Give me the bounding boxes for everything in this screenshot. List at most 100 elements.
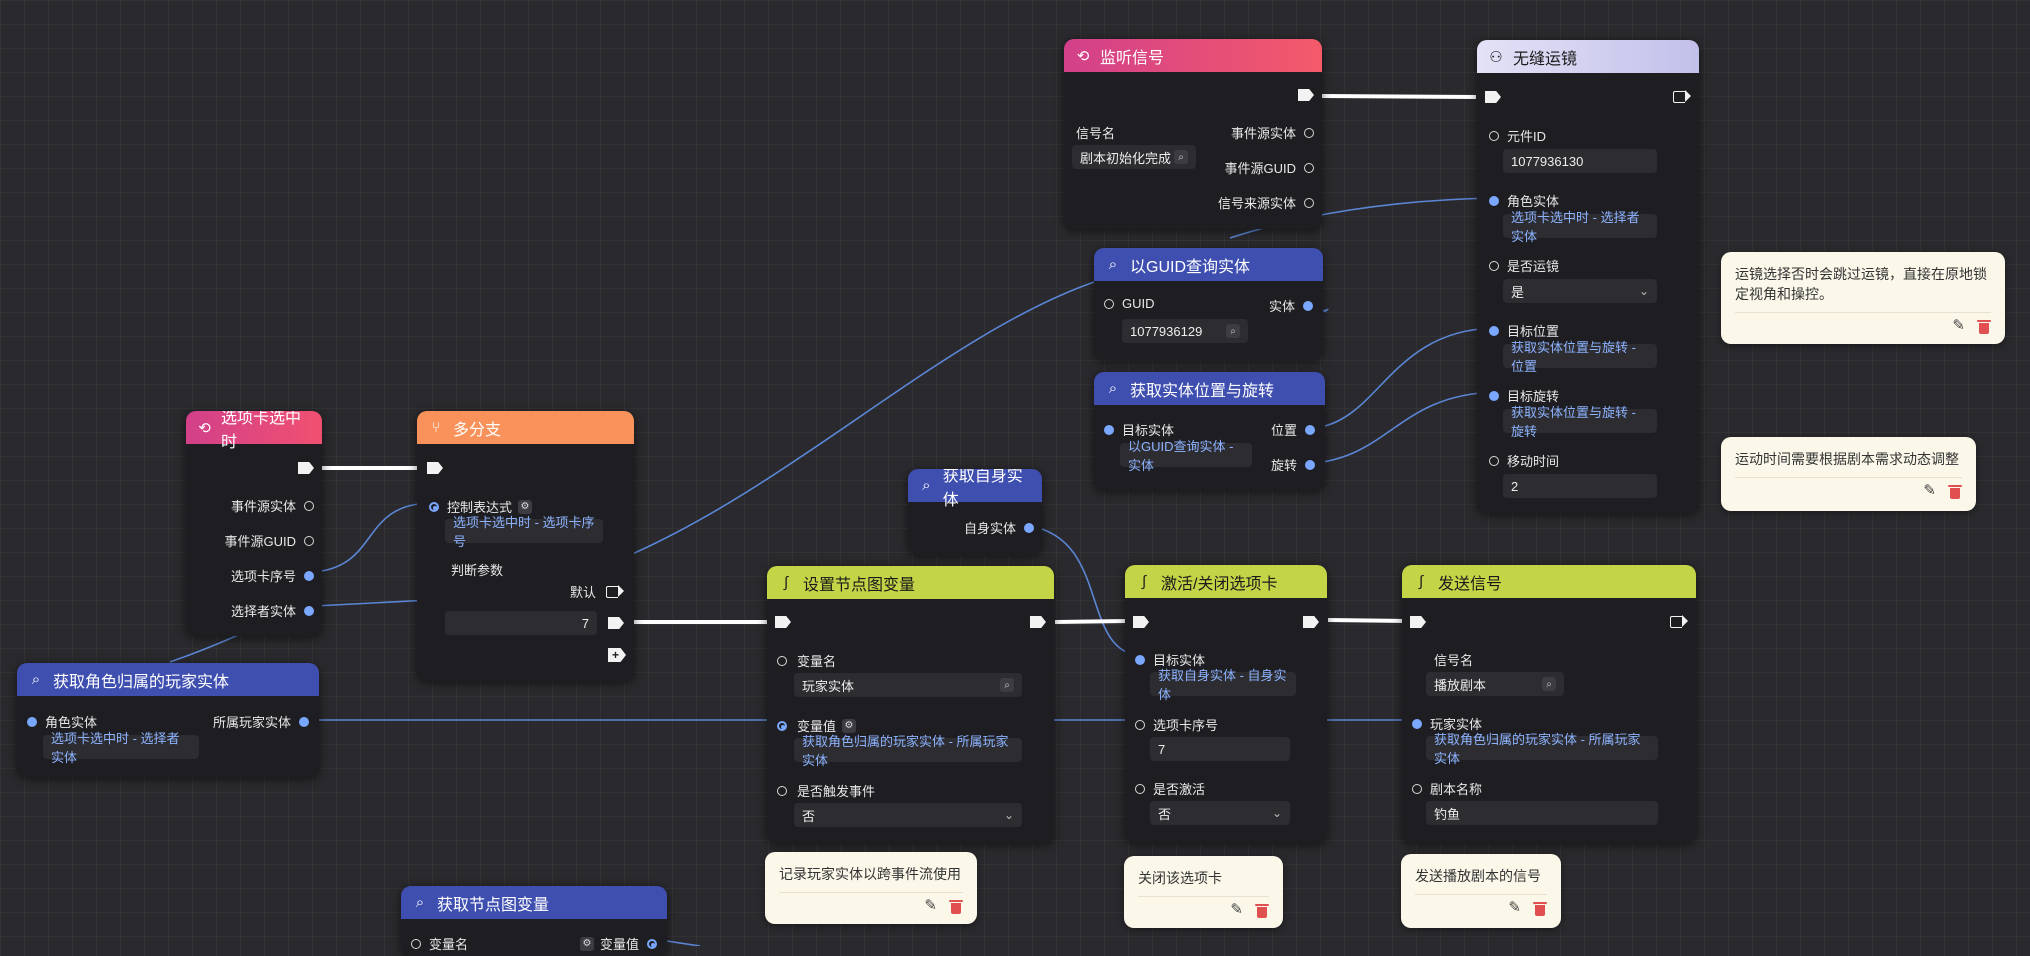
role-entity-field[interactable]: 选项卡选中时 - 选择者实体 bbox=[43, 731, 199, 765]
node-send-signal[interactable]: ∫ 发送信号 信号名 播放剧本 ⌕ 玩家实体 获取角色归属的玩家实体 - 所属玩家… bbox=[1402, 565, 1696, 843]
node-header[interactable]: ∫ 发送信号 bbox=[1402, 565, 1696, 598]
activate-select[interactable]: 否 ⌄ bbox=[1150, 801, 1290, 825]
node-header[interactable]: ⑂ 多分支 bbox=[417, 411, 634, 444]
node-header[interactable]: ⌕ 获取节点图变量 bbox=[401, 886, 667, 919]
comment-note[interactable]: 运镜选择否时会跳过运镜，直接在原地锁定视角和操控。 ✎ bbox=[1721, 252, 2005, 344]
input-pin[interactable] bbox=[1104, 298, 1114, 309]
delete-icon[interactable] bbox=[1977, 319, 1991, 335]
exec-out-pin[interactable] bbox=[608, 617, 624, 629]
node-multi-branch[interactable]: ⑂ 多分支 控制表达式 ⚙ 选项卡选中时 - 选项卡序号 判断参数 默认 7 + bbox=[417, 411, 634, 681]
comment-note[interactable]: 记录玩家实体以跨事件流使用 ✎ bbox=[765, 852, 977, 924]
node-seamless-camera[interactable]: ⚇ 无缝运镜 元件ID 1077936130 角色实体 选项卡选中时 - 选择者… bbox=[1477, 40, 1699, 513]
edit-icon[interactable]: ✎ bbox=[1508, 898, 1521, 916]
exec-out-pin[interactable] bbox=[1670, 615, 1688, 628]
output-pin[interactable] bbox=[1305, 459, 1315, 470]
player-entity-field[interactable]: 获取角色归属的玩家实体 - 所属玩家实体 bbox=[1426, 732, 1658, 766]
output-pin[interactable] bbox=[1303, 300, 1313, 311]
comment-note[interactable]: 关闭该选项卡 ✎ bbox=[1124, 856, 1283, 928]
case-value-field[interactable]: 7 bbox=[445, 611, 597, 635]
output-pin[interactable] bbox=[1304, 127, 1314, 138]
input-pin[interactable] bbox=[1412, 718, 1422, 729]
script-name-field[interactable]: 钓鱼 bbox=[1426, 801, 1658, 825]
role-entity-field[interactable]: 选项卡选中时 - 选择者实体 bbox=[1503, 210, 1657, 244]
target-position-field[interactable]: 获取实体位置与旋转 - 位置 bbox=[1503, 340, 1657, 374]
edit-icon[interactable]: ✎ bbox=[1230, 900, 1243, 918]
move-time-field[interactable]: 2 bbox=[1503, 474, 1657, 498]
input-pin[interactable] bbox=[1489, 455, 1499, 466]
output-pin[interactable] bbox=[304, 605, 314, 616]
input-pin[interactable] bbox=[1489, 390, 1499, 401]
signal-name-field[interactable]: 播放剧本 ⌕ bbox=[1426, 672, 1564, 696]
output-pin[interactable] bbox=[1024, 522, 1034, 533]
variable-name-field[interactable]: 玩家实体 ⌕ bbox=[794, 673, 1022, 697]
node-listen-signal[interactable]: ⟲ 监听信号 信号名 剧本初始化完成 ⌕ 事件源实体 事件源GUID 信号来源实… bbox=[1064, 39, 1322, 229]
node-header[interactable]: ⟲ 监听信号 bbox=[1064, 39, 1322, 72]
search-icon[interactable]: ⌕ bbox=[1000, 678, 1014, 692]
input-pin[interactable] bbox=[1489, 260, 1499, 271]
node-toggle-tab[interactable]: ∫ 激活/关闭选项卡 目标实体 获取自身实体 - 自身实体 选项卡序号 7 是否… bbox=[1125, 565, 1327, 843]
target-entity-field[interactable]: 以GUID查询实体 - 实体 bbox=[1120, 439, 1252, 473]
gear-icon[interactable]: ⚙ bbox=[579, 936, 594, 951]
input-pin[interactable] bbox=[1489, 130, 1499, 141]
node-header[interactable]: ∫ 设置节点图变量 bbox=[767, 566, 1054, 599]
exec-out-pin[interactable] bbox=[1303, 616, 1319, 628]
output-pin[interactable] bbox=[304, 570, 314, 581]
exec-in-pin[interactable] bbox=[427, 462, 443, 474]
exec-in-pin[interactable] bbox=[1485, 91, 1501, 103]
search-icon[interactable]: ⌕ bbox=[1542, 677, 1556, 691]
edit-icon[interactable]: ✎ bbox=[924, 896, 937, 914]
input-pin[interactable] bbox=[1135, 654, 1145, 665]
input-pin[interactable] bbox=[777, 655, 787, 666]
component-id-field[interactable]: 1077936130 bbox=[1503, 149, 1657, 173]
guid-field[interactable]: 1077936129 ⌕ bbox=[1122, 319, 1248, 343]
node-header[interactable]: ∫ 激活/关闭选项卡 bbox=[1125, 565, 1327, 598]
edit-icon[interactable]: ✎ bbox=[1952, 316, 1965, 334]
output-pin[interactable] bbox=[1304, 162, 1314, 173]
input-pin[interactable] bbox=[411, 938, 421, 949]
input-pin[interactable] bbox=[1412, 783, 1422, 794]
exec-out-pin[interactable] bbox=[1030, 616, 1046, 628]
output-pin[interactable] bbox=[1305, 424, 1315, 435]
node-header[interactable]: ⟲ 选项卡选中时 bbox=[186, 411, 322, 451]
output-pin[interactable] bbox=[647, 938, 657, 949]
output-pin[interactable] bbox=[299, 716, 309, 727]
camera-toggle-select[interactable]: 是 ⌄ bbox=[1503, 279, 1657, 303]
output-pin[interactable] bbox=[1304, 197, 1314, 208]
exec-in-pin[interactable] bbox=[1410, 616, 1426, 628]
input-pin[interactable] bbox=[1489, 325, 1499, 336]
node-header[interactable]: ⚇ 无缝运镜 bbox=[1477, 40, 1699, 73]
input-pin[interactable] bbox=[777, 785, 787, 796]
input-pin[interactable] bbox=[27, 716, 37, 727]
input-pin[interactable] bbox=[1489, 195, 1499, 206]
input-pin[interactable] bbox=[1135, 719, 1145, 730]
trigger-event-select[interactable]: 否 ⌄ bbox=[794, 803, 1022, 827]
tab-index-field[interactable]: 7 bbox=[1150, 737, 1290, 761]
exec-out-pin[interactable] bbox=[606, 584, 624, 598]
input-pin[interactable] bbox=[1104, 424, 1114, 435]
exec-in-pin[interactable] bbox=[775, 616, 791, 628]
node-tab-selected[interactable]: ⟲ 选项卡选中时 事件源实体 事件源GUID 选项卡序号 选择者实体 bbox=[186, 411, 322, 636]
comment-note[interactable]: 发送播放剧本的信号 ✎ bbox=[1401, 854, 1561, 928]
delete-icon[interactable] bbox=[1255, 903, 1269, 919]
input-pin[interactable] bbox=[1135, 783, 1145, 794]
node-set-graph-variable[interactable]: ∫ 设置节点图变量 变量名 玩家实体 ⌕ 变量值 ⚙ 获取角色归属的玩家实体 - … bbox=[767, 566, 1054, 843]
edit-icon[interactable]: ✎ bbox=[1923, 481, 1936, 499]
node-get-self[interactable]: ⌕ 获取自身实体 自身实体 bbox=[908, 469, 1042, 555]
exec-out-pin[interactable] bbox=[1673, 90, 1691, 103]
node-header[interactable]: ⌕ 以GUID查询实体 bbox=[1094, 248, 1323, 281]
add-branch-button[interactable]: + bbox=[608, 648, 626, 662]
node-get-owner-player[interactable]: ⌕ 获取角色归属的玩家实体 角色实体 所属玩家实体 选项卡选中时 - 选择者实体 bbox=[17, 663, 319, 777]
target-rotation-field[interactable]: 获取实体位置与旋转 - 旋转 bbox=[1503, 405, 1657, 439]
exec-out-pin[interactable] bbox=[298, 462, 314, 474]
exec-in-pin[interactable] bbox=[1133, 616, 1149, 628]
input-pin[interactable] bbox=[429, 501, 439, 512]
signal-name-field[interactable]: 剧本初始化完成 ⌕ bbox=[1072, 145, 1196, 169]
input-pin[interactable] bbox=[777, 720, 787, 731]
output-pin[interactable] bbox=[304, 500, 314, 511]
control-expression-field[interactable]: 选项卡选中时 - 选项卡序号 bbox=[445, 515, 603, 549]
node-header[interactable]: ⌕ 获取角色归属的玩家实体 bbox=[17, 663, 319, 696]
comment-note[interactable]: 运动时间需要根据剧本需求动态调整 ✎ bbox=[1721, 437, 1976, 511]
search-icon[interactable]: ⌕ bbox=[1226, 324, 1240, 338]
delete-icon[interactable] bbox=[1533, 901, 1547, 917]
exec-out-pin[interactable] bbox=[1298, 89, 1314, 101]
